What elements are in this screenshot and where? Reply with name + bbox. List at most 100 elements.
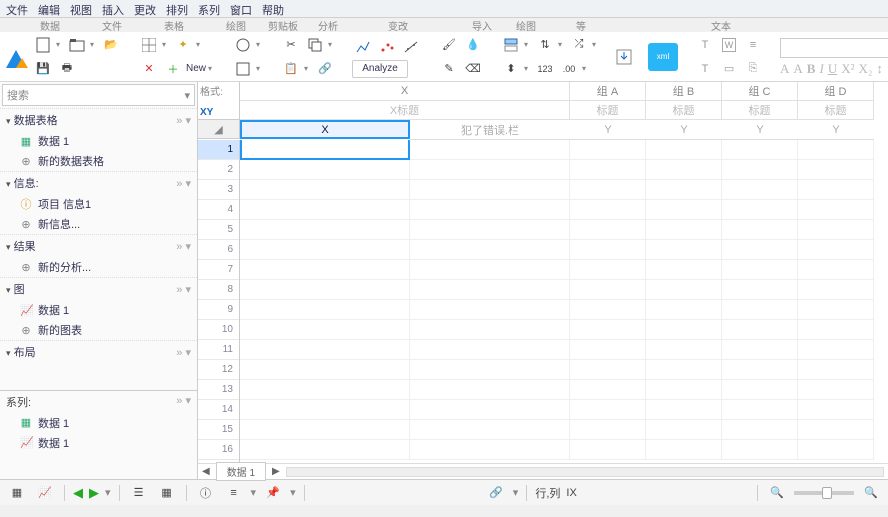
col-subheader[interactable]: 标题 bbox=[646, 101, 722, 120]
save-icon[interactable]: 💾 bbox=[32, 58, 54, 80]
cell[interactable] bbox=[240, 440, 410, 460]
circle-icon[interactable] bbox=[232, 34, 254, 56]
menu-window[interactable]: 窗口 bbox=[230, 2, 252, 15]
format-num-icon[interactable]: 123 bbox=[534, 58, 556, 80]
cell[interactable] bbox=[646, 140, 722, 160]
import-icon[interactable] bbox=[616, 46, 632, 68]
tree-item-new[interactable]: ⊕新的数据表格 bbox=[0, 151, 197, 171]
cell[interactable] bbox=[410, 220, 570, 240]
open-folder-icon[interactable]: 📂 bbox=[100, 34, 122, 56]
add-icon[interactable]: ＋ bbox=[162, 58, 184, 80]
row-number[interactable]: 2 bbox=[198, 160, 239, 180]
series-panel-header[interactable]: 系列:» ▾ bbox=[0, 390, 197, 413]
cell[interactable] bbox=[570, 160, 646, 180]
cell[interactable] bbox=[570, 280, 646, 300]
cell[interactable] bbox=[646, 440, 722, 460]
menu-change[interactable]: 更改 bbox=[134, 2, 156, 15]
menu-series[interactable]: 系列 bbox=[198, 2, 220, 15]
cell[interactable] bbox=[410, 200, 570, 220]
section-results[interactable]: ▾ 结果» ▾ bbox=[0, 234, 197, 257]
word-icon[interactable]: W bbox=[718, 34, 740, 56]
tree-item[interactable]: 📈数据 1 bbox=[0, 300, 197, 320]
cell[interactable] bbox=[410, 260, 570, 280]
cell[interactable] bbox=[240, 380, 410, 400]
line-chart-icon[interactable] bbox=[352, 36, 374, 58]
dropdown-icon[interactable]: ▾ bbox=[328, 40, 336, 49]
cell[interactable] bbox=[570, 220, 646, 240]
col-header-group[interactable]: 组 A bbox=[570, 82, 646, 101]
cell[interactable] bbox=[646, 280, 722, 300]
y-subheader[interactable]: Y bbox=[798, 120, 874, 140]
font-select[interactable] bbox=[780, 38, 888, 58]
menu-view[interactable]: 视图 bbox=[70, 2, 92, 15]
decimals-icon[interactable]: .00 bbox=[558, 58, 580, 80]
cell[interactable] bbox=[798, 140, 874, 160]
view-list-icon[interactable]: ☰ bbox=[128, 482, 150, 504]
zoom-slider[interactable] bbox=[794, 491, 854, 495]
cell[interactable] bbox=[240, 280, 410, 300]
cut-icon[interactable]: ✂ bbox=[280, 34, 302, 56]
cell[interactable] bbox=[410, 140, 570, 160]
cell[interactable] bbox=[410, 180, 570, 200]
cell[interactable] bbox=[646, 220, 722, 240]
col-header-group[interactable]: 组 B bbox=[646, 82, 722, 101]
xml-icon[interactable]: xml bbox=[648, 43, 678, 71]
tree-item[interactable]: ▦数据 1 bbox=[0, 131, 197, 151]
dropdown-icon[interactable]: ▾ bbox=[56, 40, 64, 49]
cell[interactable] bbox=[646, 160, 722, 180]
cell[interactable] bbox=[240, 340, 410, 360]
prev-icon[interactable]: ◀ bbox=[73, 485, 83, 501]
cell[interactable] bbox=[410, 380, 570, 400]
cell[interactable] bbox=[240, 240, 410, 260]
cell[interactable] bbox=[722, 360, 798, 380]
cell[interactable] bbox=[410, 240, 570, 260]
cell[interactable] bbox=[798, 160, 874, 180]
cell[interactable] bbox=[570, 180, 646, 200]
text-tool-icon[interactable]: T bbox=[694, 34, 716, 56]
dropdown-icon[interactable]: ▾ bbox=[290, 486, 296, 499]
row-number[interactable]: 5 bbox=[198, 220, 239, 240]
col-subheader[interactable]: 标题 bbox=[722, 101, 798, 120]
cell[interactable] bbox=[646, 420, 722, 440]
cell[interactable] bbox=[646, 400, 722, 420]
row-number[interactable]: 16 bbox=[198, 440, 239, 460]
cell[interactable] bbox=[570, 320, 646, 340]
cell[interactable] bbox=[410, 320, 570, 340]
cell[interactable] bbox=[722, 140, 798, 160]
cell[interactable] bbox=[798, 300, 874, 320]
dropdown-icon[interactable]: ▾ bbox=[304, 64, 312, 73]
highlight-color-icon[interactable]: A bbox=[793, 61, 802, 77]
cell[interactable] bbox=[240, 420, 410, 440]
cell[interactable] bbox=[798, 260, 874, 280]
super-icon[interactable]: X² bbox=[841, 61, 854, 77]
row-number[interactable]: 9 bbox=[198, 300, 239, 320]
cell[interactable] bbox=[722, 180, 798, 200]
cell[interactable] bbox=[798, 340, 874, 360]
cell[interactable] bbox=[722, 440, 798, 460]
zoom-in-icon[interactable]: 🔍 bbox=[860, 482, 882, 504]
cell[interactable] bbox=[722, 280, 798, 300]
cell[interactable] bbox=[646, 360, 722, 380]
dropper-icon[interactable]: 💧 bbox=[462, 34, 484, 56]
cell[interactable] bbox=[798, 400, 874, 420]
cell[interactable] bbox=[570, 440, 646, 460]
cell[interactable] bbox=[722, 380, 798, 400]
cell[interactable] bbox=[646, 240, 722, 260]
cell[interactable] bbox=[410, 360, 570, 380]
cell[interactable] bbox=[240, 200, 410, 220]
regression-icon[interactable] bbox=[400, 36, 422, 58]
zoom-out-icon[interactable]: 🔍 bbox=[766, 482, 788, 504]
cell[interactable] bbox=[722, 260, 798, 280]
status-chart-icon[interactable]: 📈 bbox=[34, 482, 56, 504]
dropdown-icon[interactable]: ▾ bbox=[256, 64, 264, 73]
cell[interactable] bbox=[240, 400, 410, 420]
cell[interactable] bbox=[798, 200, 874, 220]
error-column-header[interactable]: 犯了错误.栏 bbox=[410, 120, 570, 140]
cell[interactable] bbox=[722, 300, 798, 320]
cell[interactable] bbox=[722, 160, 798, 180]
cell[interactable] bbox=[646, 300, 722, 320]
new-button[interactable]: New bbox=[186, 63, 206, 74]
row-number[interactable]: 13 bbox=[198, 380, 239, 400]
cell[interactable] bbox=[570, 200, 646, 220]
cell[interactable] bbox=[570, 400, 646, 420]
